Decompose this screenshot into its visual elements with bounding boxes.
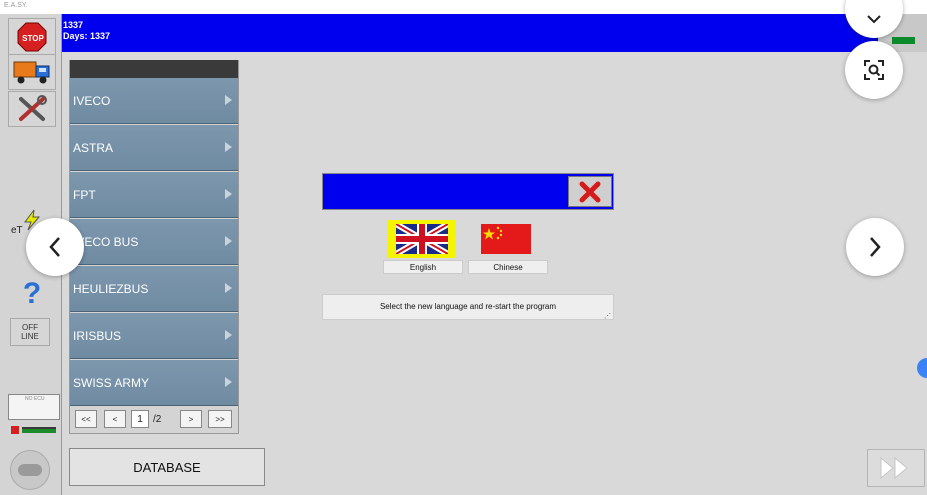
brand-item-iveco[interactable]: IVECO xyxy=(70,78,238,124)
ecu-led-red xyxy=(11,426,19,434)
power-button[interactable] xyxy=(10,450,50,490)
arrow-right-icon xyxy=(225,236,232,246)
arrow-right-icon xyxy=(225,95,232,105)
brand-label: IRISBUS xyxy=(73,328,122,343)
next-slide-button[interactable] xyxy=(846,218,904,276)
arrow-right-icon xyxy=(225,377,232,387)
brand-label: FPT xyxy=(73,187,96,202)
stop-label: STOP xyxy=(22,33,44,43)
help-button[interactable]: ? xyxy=(8,276,56,312)
pager-page-input[interactable]: 1 xyxy=(131,410,149,428)
double-chevron-right-icon xyxy=(880,456,908,480)
chinese-flag-button[interactable] xyxy=(472,220,540,258)
ecu-led-green xyxy=(22,427,56,433)
brand-item-astra[interactable]: ASTRA xyxy=(70,125,238,171)
chevron-down-icon xyxy=(867,15,881,24)
pager-next-button[interactable]: > xyxy=(180,410,202,428)
brand-label: HEULIEZBUS xyxy=(73,281,149,296)
vehicle-button[interactable] xyxy=(8,54,56,90)
power-icon xyxy=(18,464,42,476)
brand-label: IVECO xyxy=(73,93,111,108)
dialog-close-button[interactable] xyxy=(568,176,612,207)
title-bar: 1337 Days: 1337 xyxy=(60,14,878,52)
arrow-right-icon xyxy=(225,283,232,293)
brand-label: SWISS ARMY xyxy=(73,375,150,390)
brand-item-irisbus[interactable]: IRISBUS xyxy=(70,313,238,359)
pager-prev-button[interactable]: < xyxy=(104,410,126,428)
prev-slide-button[interactable] xyxy=(26,218,84,276)
next-button[interactable] xyxy=(867,449,925,487)
uk-flag-icon xyxy=(396,224,448,254)
ecu-status: NO ECU xyxy=(8,394,60,420)
close-icon xyxy=(579,181,601,202)
offline-button[interactable]: OFF LINE xyxy=(10,318,50,346)
status-indicator xyxy=(892,37,915,44)
pager-last-button[interactable]: >> xyxy=(208,410,232,428)
chinese-label[interactable]: Chinese xyxy=(468,260,548,274)
zoom-button[interactable] xyxy=(845,41,903,99)
chevron-right-icon xyxy=(870,237,881,257)
truck-icon xyxy=(13,61,50,84)
chevron-left-icon xyxy=(49,237,60,257)
question-icon: ? xyxy=(22,277,42,310)
arrow-right-icon xyxy=(225,142,232,152)
pager-first-button[interactable]: << xyxy=(75,410,97,428)
pager-total: /2 xyxy=(153,413,162,425)
english-flag-button[interactable] xyxy=(388,220,456,258)
tools-icon xyxy=(19,95,47,121)
instruction-text: Select the new language and re-start the… xyxy=(322,294,614,320)
ecu-label: NO ECU xyxy=(25,396,45,402)
brand-header xyxy=(70,60,238,78)
arrow-right-icon xyxy=(225,189,232,199)
brand-item-heuliezbus[interactable]: HEULIEZBUS xyxy=(70,266,238,312)
app-label: E.A.SY. xyxy=(4,2,28,9)
stop-button[interactable]: STOP xyxy=(8,18,56,56)
brand-item-fpt[interactable]: FPT xyxy=(70,172,238,218)
brand-item-iveco-bus[interactable]: IVECO BUS xyxy=(70,219,238,265)
arrow-right-icon xyxy=(225,330,232,340)
tools-button[interactable] xyxy=(8,91,56,127)
etc-label: eT xyxy=(11,225,23,236)
vehicle-id: 1337 xyxy=(63,20,84,30)
lens-icon xyxy=(864,60,884,80)
brand-item-swiss-army[interactable]: SWISS ARMY xyxy=(70,360,238,406)
database-button[interactable]: DATABASE xyxy=(69,448,265,486)
brand-label: ASTRA xyxy=(73,140,114,155)
days-counter: Days: 1337 xyxy=(63,31,111,41)
resize-grip-icon: ⋰ xyxy=(604,313,611,320)
english-label[interactable]: English xyxy=(383,260,463,274)
china-flag-icon xyxy=(481,224,531,254)
